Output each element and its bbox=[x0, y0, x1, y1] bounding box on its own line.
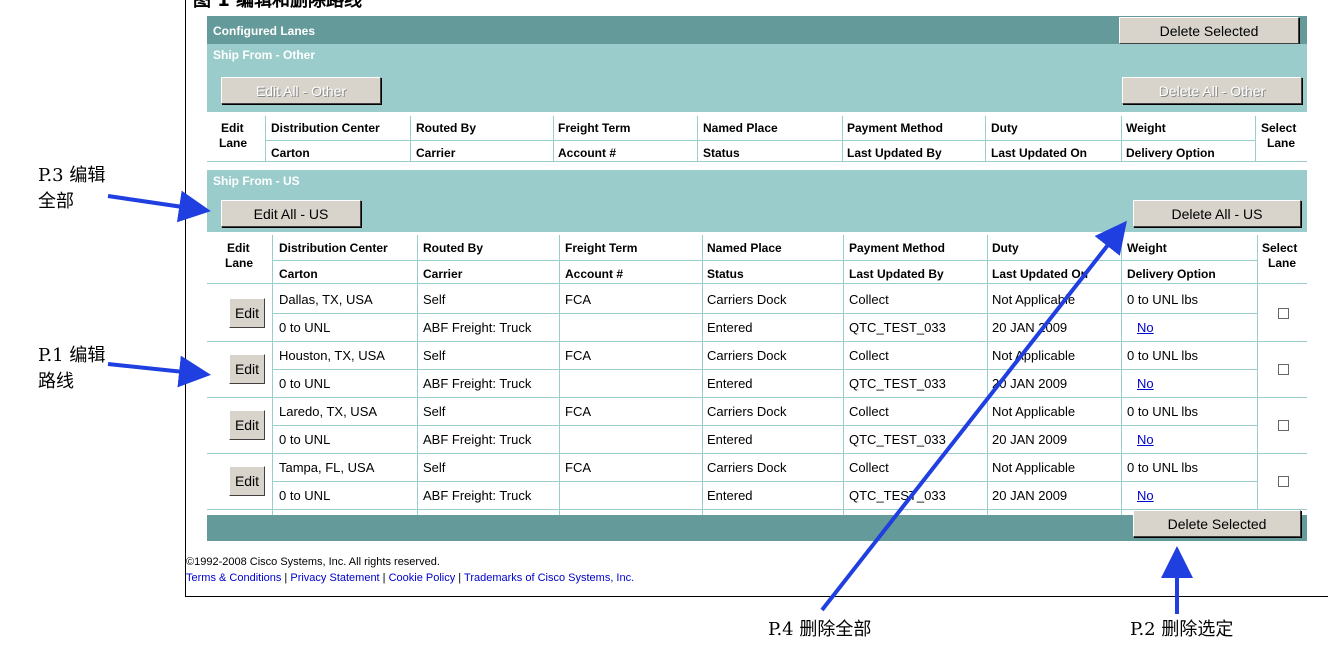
annotation-arrows bbox=[107, 190, 1193, 614]
arrow-p1 bbox=[107, 355, 211, 388]
arrow-p4 bbox=[820, 220, 1127, 612]
arrow-p3 bbox=[107, 190, 211, 223]
